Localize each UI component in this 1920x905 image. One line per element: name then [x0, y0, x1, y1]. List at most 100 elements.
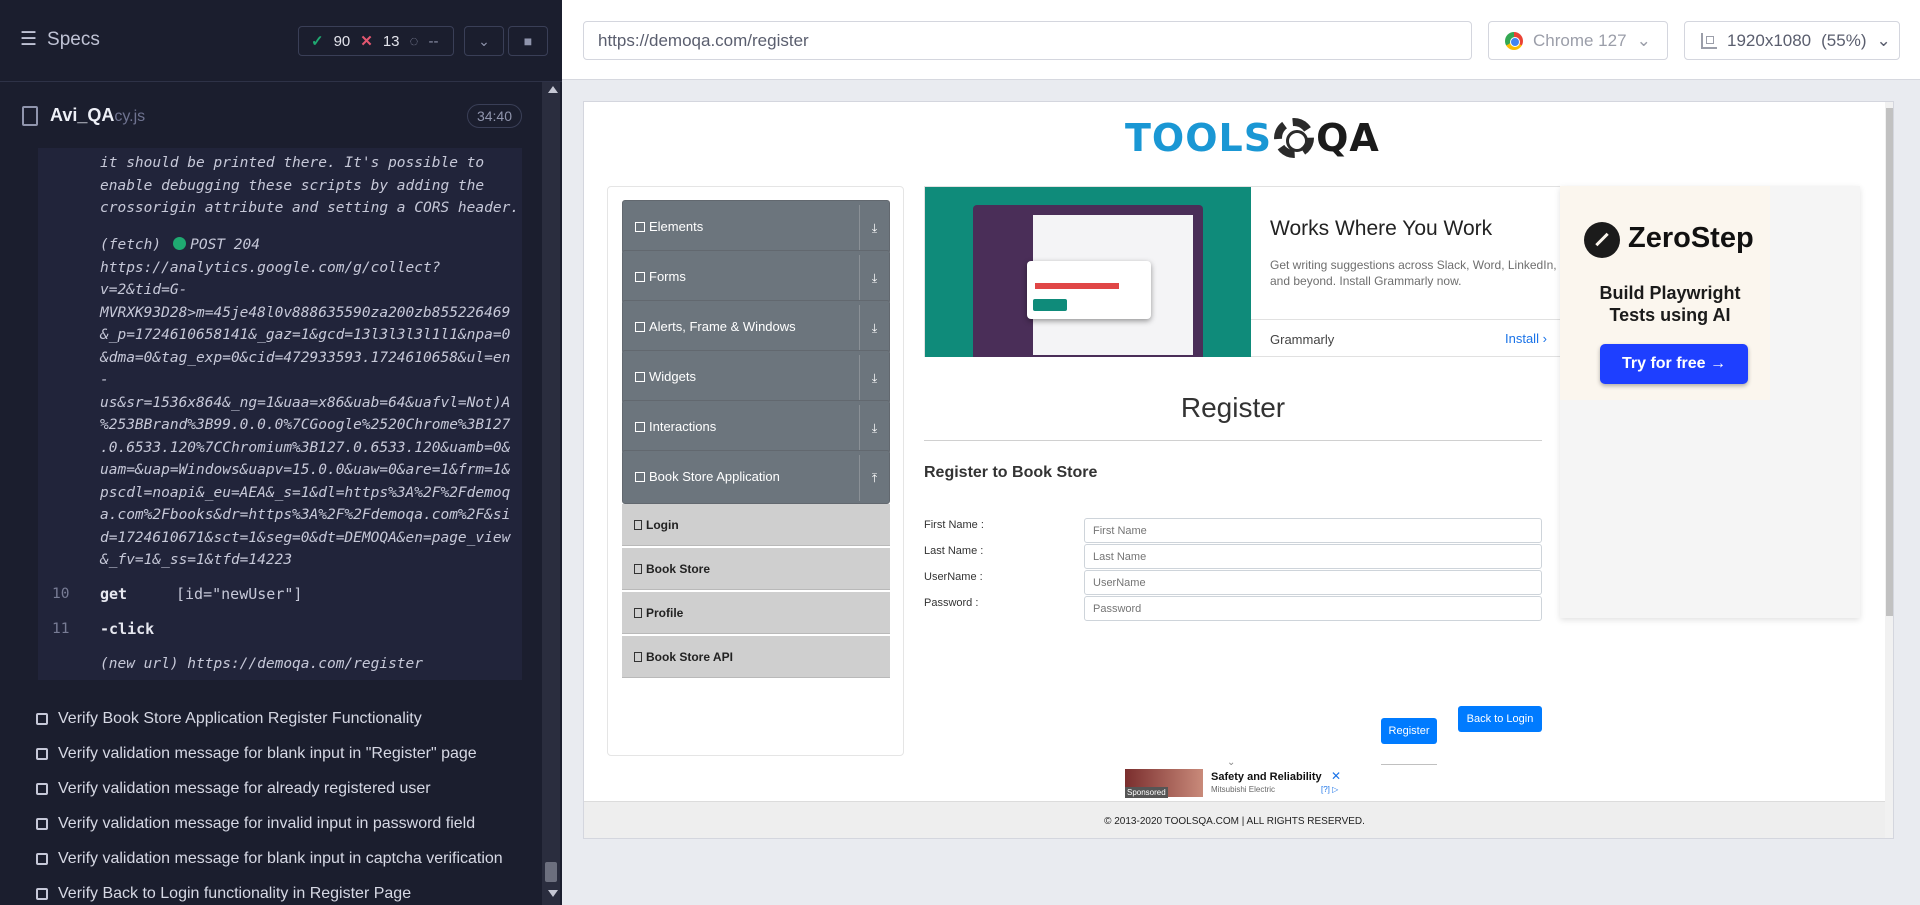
- scroll-down-arrow-icon[interactable]: [548, 890, 558, 897]
- expand-arrow-icon: ⤓: [859, 205, 889, 251]
- command-click[interactable]: -click: [100, 620, 154, 638]
- command-get[interactable]: get: [100, 585, 127, 603]
- new-url-log[interactable]: (new url) https://demoqa.com/register: [100, 653, 423, 676]
- test-item[interactable]: Verify validation message for invalid in…: [36, 809, 536, 839]
- library-icon: [635, 472, 645, 482]
- fetch-log[interactable]: (fetch) POST 204 https://analytics.google…: [100, 234, 510, 572]
- username-input[interactable]: [1084, 570, 1542, 595]
- status-dot-icon: [173, 237, 187, 250]
- url-bar[interactable]: https://demoqa.com/register: [583, 21, 1472, 60]
- interactions-icon: [635, 422, 645, 432]
- page-scroll-thumb[interactable]: [1886, 108, 1893, 616]
- chevron-down-icon[interactable]: ⌄: [1227, 757, 1235, 768]
- browser-selector[interactable]: Chrome 127 ⌄: [1488, 21, 1668, 60]
- group-alerts[interactable]: Alerts, Frame & Windows ⤓: [622, 300, 890, 354]
- ad-brand-name: ZeroStep: [1628, 222, 1754, 254]
- stop-button[interactable]: ■: [508, 26, 548, 56]
- password-label: Password :: [924, 597, 979, 609]
- spec-header[interactable]: Avi_QAcy.js 34:40: [0, 96, 530, 136]
- test-item[interactable]: Verify validation message for blank inpu…: [36, 844, 536, 874]
- log-intro: it should be printed there. It's possibl…: [100, 155, 520, 216]
- viewport-size: 1920x1080: [1727, 30, 1812, 50]
- checkbox-icon: [36, 783, 48, 795]
- chrome-icon: [1505, 31, 1523, 50]
- test-item[interactable]: Verify validation message for already re…: [36, 774, 536, 804]
- sponsored-label: Sponsored: [1125, 787, 1168, 798]
- back-to-login-button[interactable]: Back to Login: [1458, 706, 1542, 732]
- widgets-icon: [635, 372, 645, 382]
- item-icon: [634, 608, 642, 618]
- expand-arrow-icon: ⤓: [859, 405, 889, 451]
- toolsqa-logo[interactable]: TOOLS QA: [1125, 110, 1380, 165]
- spec-duration: 34:40: [466, 104, 522, 128]
- menu-item-profile[interactable]: Profile: [622, 592, 890, 634]
- runner-scroll-thumb[interactable]: [545, 862, 557, 882]
- group-interactions[interactable]: Interactions ⤓: [622, 400, 890, 454]
- ad-tagline: Build Playwright Tests using AI: [1599, 283, 1741, 325]
- zerostep-logo-icon: [1584, 222, 1620, 258]
- checkbox-icon: [36, 853, 48, 865]
- viewport-selector[interactable]: 1920x1080 (55%) ⌄: [1684, 21, 1900, 60]
- item-icon: [634, 520, 642, 530]
- item-icon: [634, 564, 642, 574]
- test-item[interactable]: Verify Back to Login functionality in Re…: [36, 879, 536, 905]
- test-item[interactable]: Verify validation message for blank inpu…: [36, 739, 536, 769]
- runner-scrollbar[interactable]: [542, 82, 560, 905]
- first-name-label: First Name :: [924, 519, 984, 531]
- page-footer: © 2013-2020 TOOLSQA.COM | ALL RIGHTS RES…: [584, 801, 1885, 838]
- page-title: Register: [1180, 392, 1286, 423]
- username-label: UserName :: [924, 571, 983, 583]
- grammarly-ad[interactable]: Works Where You Work Get writing suggest…: [924, 186, 1565, 357]
- menu-item-book-store-api[interactable]: Book Store API: [622, 636, 890, 678]
- try-free-button[interactable]: Try for free →: [1600, 344, 1748, 384]
- group-elements[interactable]: Elements ⤓: [622, 200, 890, 254]
- form-heading: Register to Book Store: [924, 464, 1098, 481]
- scroll-up-arrow-icon[interactable]: [548, 86, 558, 93]
- checkbox-icon: [36, 748, 48, 760]
- line-number: 11: [52, 621, 70, 637]
- ad-info-icon[interactable]: [?] ▷: [1321, 785, 1338, 794]
- checkbox-icon: [36, 888, 48, 900]
- failed-icon: ✕: [360, 33, 373, 50]
- ad-install-link[interactable]: Install ›: [1505, 331, 1547, 346]
- window-icon: [635, 322, 645, 332]
- zerostep-ad[interactable]: ZeroStep Build Playwright Tests using AI…: [1560, 186, 1860, 618]
- viewport-zoom: (55%): [1821, 30, 1867, 50]
- menu-item-login[interactable]: Login: [622, 504, 890, 546]
- test-stats: ✓ 90 ✕ 13 ◌ --: [298, 26, 454, 56]
- chevron-down-icon: ⌄: [1636, 30, 1651, 50]
- menu-item-book-store[interactable]: Book Store: [622, 548, 890, 590]
- collapse-chevron-icon[interactable]: ⌄: [464, 26, 504, 56]
- test-item[interactable]: Verify Book Store Application Register F…: [36, 704, 536, 734]
- failed-count: 13: [382, 32, 400, 50]
- password-input[interactable]: [1084, 596, 1542, 621]
- ad-description: Get writing suggestions across Slack, Wo…: [1270, 258, 1557, 288]
- ad-image: [925, 187, 1251, 357]
- expand-arrow-icon: ⤓: [859, 305, 889, 351]
- expand-arrow-icon: ⤓: [859, 355, 889, 401]
- gear-icon: [1274, 117, 1315, 158]
- divider: [924, 440, 1542, 441]
- group-widgets[interactable]: Widgets ⤓: [622, 350, 890, 404]
- register-button[interactable]: Register: [1381, 718, 1437, 744]
- spec-name: Avi_QAcy.js: [50, 105, 146, 125]
- line-number: 10: [52, 586, 70, 602]
- command-get-arg[interactable]: [id="newUser"]: [176, 585, 302, 603]
- bottom-ad[interactable]: ⌄ Sponsored Safety and Reliability Mitsu…: [1125, 757, 1341, 799]
- cypress-runner-panel: ☰ Specs ✓ 90 ✕ 13 ◌ -- ⌄ ■ Avi_QAcy.js 3…: [0, 0, 562, 905]
- ad-title: Works Where You Work: [1270, 217, 1493, 240]
- chevron-right-icon: ›: [1542, 331, 1547, 346]
- first-name-input[interactable]: [1084, 518, 1542, 543]
- form-icon: [635, 272, 645, 282]
- ad-title: Safety and Reliability: [1211, 771, 1322, 783]
- group-forms[interactable]: Forms ⤓: [622, 250, 890, 304]
- group-book-store[interactable]: Book Store Application ⤒: [622, 450, 890, 504]
- checkbox-icon: [36, 713, 48, 725]
- passed-count: 90: [333, 32, 351, 50]
- close-icon[interactable]: ✕: [1331, 769, 1341, 783]
- specs-button[interactable]: ☰ Specs: [20, 28, 100, 51]
- viewport-icon: [1701, 32, 1717, 49]
- last-name-input[interactable]: [1084, 544, 1542, 569]
- specs-label: Specs: [47, 28, 100, 50]
- pending-icon: ◌: [409, 32, 419, 50]
